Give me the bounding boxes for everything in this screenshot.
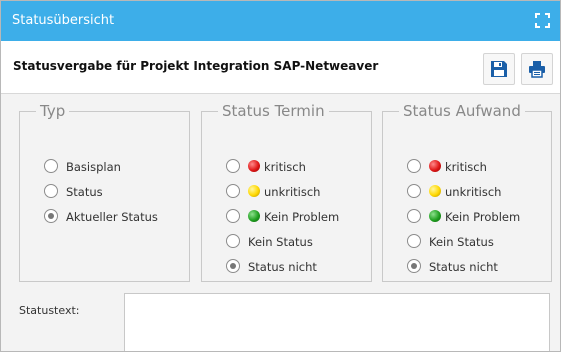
content-area: Typ Basisplan Status Aktueller Status St… bbox=[1, 94, 560, 351]
status-termin-legend: Status Termin bbox=[222, 102, 325, 120]
statustext-label: Statustext: bbox=[19, 304, 80, 317]
option-label: unkritisch bbox=[264, 185, 321, 199]
radio-circle[interactable] bbox=[226, 209, 240, 223]
red-light-icon bbox=[248, 160, 260, 172]
radio-circle[interactable] bbox=[226, 159, 240, 173]
title-bar: Statusübersicht bbox=[1, 1, 560, 41]
green-light-icon bbox=[248, 210, 260, 222]
option-label: Status nicht bbox=[248, 260, 317, 274]
save-button[interactable] bbox=[483, 53, 515, 85]
option-label: kritisch bbox=[445, 160, 487, 174]
type-group: Typ Basisplan Status Aktueller Status bbox=[19, 102, 190, 282]
option-label: Kein Status bbox=[429, 235, 494, 249]
radio-circle[interactable] bbox=[407, 184, 421, 198]
status-aufwand-group: Status Aufwand kritisch unkritisch Kein … bbox=[382, 102, 552, 282]
statustext-field[interactable] bbox=[124, 293, 550, 351]
print-button[interactable] bbox=[521, 53, 553, 85]
status-window: Statusübersicht Statusvergabe für Projek… bbox=[0, 0, 561, 352]
option-label: unkritisch bbox=[445, 185, 502, 199]
option-label: Aktueller Status bbox=[66, 210, 158, 224]
option-label: Basisplan bbox=[66, 160, 121, 174]
option-label: Status bbox=[66, 185, 103, 199]
radio-circle[interactable] bbox=[44, 159, 58, 173]
radio-circle[interactable] bbox=[407, 209, 421, 223]
maximize-icon[interactable] bbox=[535, 13, 550, 28]
header-bar: Statusvergabe für Projekt Integration SA… bbox=[1, 41, 560, 94]
window-title: Statusübersicht bbox=[12, 13, 115, 28]
page-title: Statusvergabe für Projekt Integration SA… bbox=[13, 59, 379, 73]
yellow-light-icon bbox=[429, 185, 441, 197]
radio-circle[interactable] bbox=[44, 184, 58, 198]
save-icon bbox=[491, 61, 507, 77]
option-label: Status nicht bbox=[429, 260, 498, 274]
radio-circle[interactable] bbox=[407, 159, 421, 173]
radio-circle[interactable] bbox=[407, 259, 421, 273]
printer-icon bbox=[529, 61, 545, 78]
radio-circle[interactable] bbox=[226, 259, 240, 273]
status-aufwand-legend: Status Aufwand bbox=[403, 102, 521, 120]
green-light-icon bbox=[429, 210, 441, 222]
radio-circle[interactable] bbox=[407, 234, 421, 248]
option-label: Kein Status bbox=[248, 235, 313, 249]
radio-circle[interactable] bbox=[226, 234, 240, 248]
option-label: kritisch bbox=[264, 160, 306, 174]
radio-circle[interactable] bbox=[226, 184, 240, 198]
radio-circle[interactable] bbox=[44, 209, 58, 223]
option-label: Kein Problem bbox=[264, 210, 340, 224]
yellow-light-icon bbox=[248, 185, 260, 197]
option-label: Kein Problem bbox=[445, 210, 521, 224]
red-light-icon bbox=[429, 160, 441, 172]
type-group-legend: Typ bbox=[40, 102, 66, 120]
status-termin-group: Status Termin kritisch unkritisch Kein P… bbox=[201, 102, 372, 282]
